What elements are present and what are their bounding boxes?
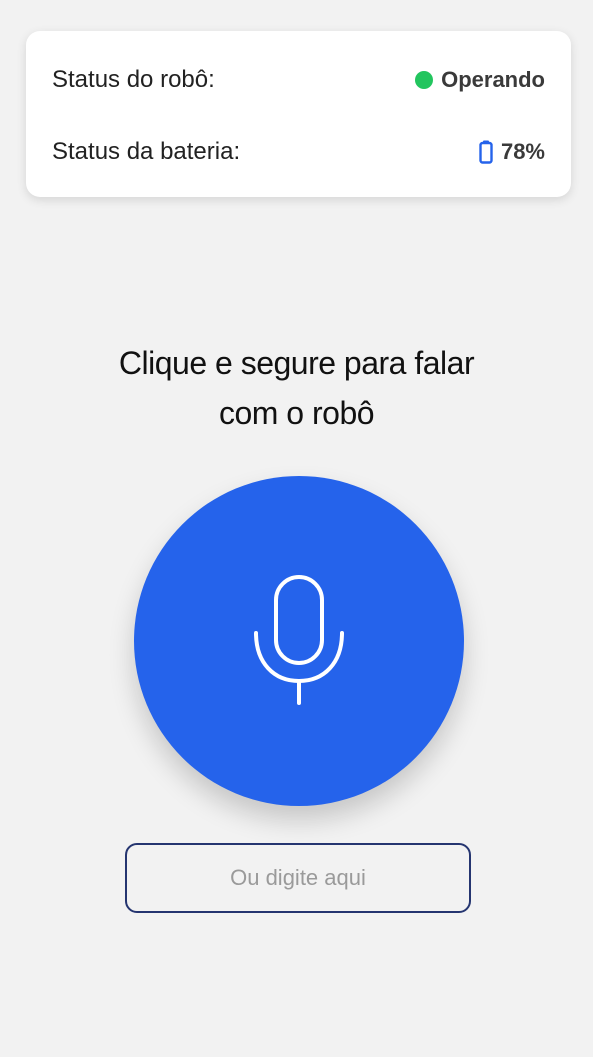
battery-icon (479, 140, 493, 164)
message-input[interactable] (125, 843, 471, 913)
robot-status-value: Operando (415, 67, 545, 93)
battery-status-row: Status da bateria: 78% (52, 132, 545, 172)
status-dot-icon (415, 71, 434, 89)
prompt-line-2: com o robô (218, 395, 375, 431)
battery-percentage: 78% (500, 139, 545, 164)
robot-status-label: Status do robô: (52, 66, 215, 93)
battery-status-label: Status da bateria: (52, 138, 241, 165)
robot-status-text: Operando (441, 67, 545, 92)
robot-status-row: Status do robô: Operando (52, 60, 545, 100)
push-to-talk-button[interactable] (134, 476, 464, 806)
speak-prompt: Clique e segure para falar com o robô (0, 338, 593, 438)
status-card: Status do robô: Operando Status da bater… (26, 31, 571, 197)
microphone-icon (254, 575, 344, 705)
prompt-line-1: Clique e segure para falar (118, 345, 475, 381)
battery-status-value: 78% (479, 139, 545, 165)
